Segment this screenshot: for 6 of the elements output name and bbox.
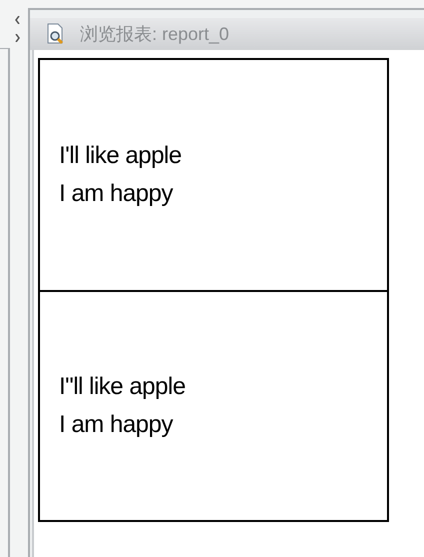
- document-search-icon: [46, 23, 66, 45]
- report-text: I'll like apple: [59, 141, 182, 171]
- report-text: I"ll like apple: [59, 372, 186, 402]
- report-text: I am happy: [59, 410, 174, 440]
- report-text: I am happy: [59, 179, 174, 209]
- panel-title: 浏览报表: report_0: [80, 22, 230, 46]
